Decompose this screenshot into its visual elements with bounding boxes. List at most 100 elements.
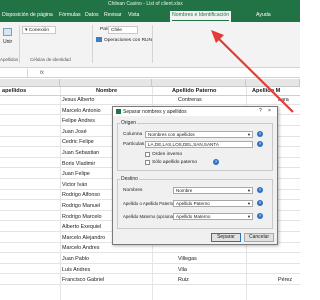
columna-label: Columna [123, 132, 143, 137]
paterno-label: Apellido o Apellido Paterno [123, 201, 175, 206]
chevron-down-icon: ▼ [247, 132, 251, 137]
group-apellidos-label: Apellidos [0, 57, 19, 62]
cell-nombre[interactable]: Boris Vladimir [62, 161, 95, 167]
cell-apellido-paterno[interactable]: Villegas [178, 256, 197, 262]
name-box[interactable] [0, 69, 28, 77]
pais-select[interactable]: Chile [108, 26, 138, 34]
dialog-title-bar: Separar nombres y apellidos ? × [113, 107, 277, 116]
cancelar-button[interactable]: Cancelar [244, 233, 274, 242]
origen-label: Origen [120, 120, 138, 126]
column-header-c[interactable] [152, 79, 246, 87]
cell-nombre[interactable]: Felipe Andres [62, 118, 95, 124]
ribbon-tabs: Disposición de página Fórmulas Datos Rev… [0, 9, 300, 22]
chevron-down-icon: ▼ [247, 188, 251, 193]
cell-apellido-materno[interactable]: Pérez [278, 277, 292, 283]
close-icon[interactable]: × [268, 108, 271, 114]
table-row: Juan Pablo Villegas [0, 255, 300, 264]
cell-nombre[interactable]: Juan Sebastian [62, 150, 99, 156]
ribbon: Unir Apellidos ▾ Conexión Células de ide… [0, 22, 300, 68]
header-apellido-paterno[interactable]: Apellido Paterno [172, 88, 216, 94]
tab-help[interactable]: Ayuda [256, 12, 271, 18]
ribbon-divider [19, 25, 20, 63]
help-icon[interactable]: ? [257, 131, 263, 137]
table-header-row: apellidos Nombre Apellido Paterno Apelli… [0, 87, 300, 96]
app-icon [116, 109, 121, 114]
operaciones-run-button[interactable]: Operaciones con RUN [96, 37, 152, 43]
run-icon [96, 37, 102, 42]
particulas-input[interactable]: LA,DE,LAS,LOS,DEL,SAN,SANTA [145, 141, 253, 148]
ribbon-divider [92, 25, 93, 63]
separar-dialog: Separar nombres y apellidos ? × Origen C… [112, 106, 278, 245]
columna-value: Nombres con apellidos [148, 132, 195, 137]
group-celulas-label: Células de identidad [30, 57, 71, 62]
unir-icon[interactable] [3, 28, 12, 36]
header-apellido-materno[interactable]: Apellido M [252, 88, 280, 94]
tab-page-layout[interactable]: Disposición de página [2, 12, 53, 18]
help-icon[interactable]: ? [257, 187, 263, 193]
title-bar: Chilean Casino - List of client.xlsx [0, 0, 300, 9]
conexion-dropdown[interactable]: ▾ Conexión [22, 26, 56, 34]
cell-nombre[interactable]: Luis Andres [62, 267, 90, 273]
cell-nombre[interactable]: Juan Pablo [62, 256, 89, 262]
chevron-down-icon: ▼ [247, 201, 251, 206]
column-header-d[interactable] [246, 79, 300, 87]
cell-nombre[interactable]: Rodrigo Manuel [62, 203, 100, 209]
tab-formulas[interactable]: Fórmulas [59, 12, 81, 18]
cell-nombre[interactable]: Marcelo Antonio [62, 108, 101, 114]
particulas-label: Partículas [123, 142, 145, 147]
help-icon[interactable]: ? [257, 213, 263, 219]
column-header-a[interactable] [0, 79, 60, 87]
operaciones-label: Operaciones con RUN [104, 37, 152, 43]
header-nombre[interactable]: Nombre [96, 88, 117, 94]
cell-nombre[interactable]: Rodrigo Marcelo [62, 214, 102, 220]
columna-select[interactable]: Nombres con apellidos ▼ [145, 131, 253, 138]
header-apellidos[interactable]: apellidos [2, 88, 26, 94]
help-icon[interactable]: ? [213, 159, 219, 165]
conexion-label: Conexión [28, 28, 50, 33]
nombres-value: Nombre [176, 188, 193, 193]
destino-label: Destino [120, 176, 139, 182]
cell-apellido-paterno[interactable]: Ruiz [178, 277, 189, 283]
cell-apellido-paterno[interactable]: Contreras [178, 97, 202, 103]
materno-select[interactable]: Apellido Materno ▼ [173, 213, 253, 220]
tab-review[interactable]: Revisar [104, 12, 122, 18]
table-row: Francisco Gabriel Ruiz Pérez [0, 276, 300, 285]
ribbon-divider [152, 25, 153, 63]
paterno-value: Apellido Paterno [176, 201, 210, 206]
help-icon[interactable]: ? [257, 200, 263, 206]
cell-nombre[interactable]: Alberto Exequiel [62, 224, 101, 230]
cell-apellido-materno[interactable]: Lara [278, 97, 289, 103]
cell-nombre[interactable]: Juan José [62, 129, 87, 135]
solo-paterno-label: Sólo apellido paterno [152, 160, 198, 165]
cell-nombre[interactable]: Marcelo Alejandro [62, 235, 105, 241]
help-icon[interactable]: ? [257, 141, 263, 147]
tab-data[interactable]: Datos [85, 12, 99, 18]
tab-view[interactable]: Vista [128, 12, 139, 18]
table-row: Marcelo Andres [0, 244, 300, 254]
cell-nombre[interactable]: Victor Iván [62, 182, 87, 188]
cell-nombre[interactable]: Cedric Felipe [62, 139, 94, 145]
solo-paterno-checkbox[interactable] [145, 160, 150, 165]
nombres-label: Nombres [123, 188, 143, 193]
formula-bar: fx [0, 68, 300, 78]
separar-button[interactable]: Separar [211, 233, 241, 242]
column-header-b[interactable] [60, 79, 152, 87]
orden-inverso-checkbox[interactable] [145, 152, 150, 157]
help-icon[interactable]: ? [259, 108, 262, 114]
tab-nombres-identificacion[interactable]: Nombres e Identificación [170, 11, 232, 22]
cell-nombre[interactable]: Francisco Gabriel [62, 277, 104, 283]
materno-value: Apellido Materno [176, 214, 211, 219]
window-title: Chilean Casino - List of client.xlsx [108, 1, 183, 7]
nombres-select[interactable]: Nombre ▼ [173, 187, 253, 194]
fx-icon[interactable]: fx [40, 70, 44, 76]
cell-nombre[interactable]: Marcelo Andres [62, 245, 99, 251]
cell-nombre[interactable]: Jesus Alberto [62, 97, 94, 103]
cell-nombre[interactable]: Juan Felipe [62, 171, 90, 177]
table-row: Luis Andres Vila [0, 266, 300, 275]
paterno-select[interactable]: Apellido Paterno ▼ [173, 200, 253, 207]
cell-apellido-paterno[interactable]: Vila [178, 267, 187, 273]
dialog-title: Separar nombres y apellidos [123, 109, 187, 115]
chevron-down-icon: ▼ [247, 214, 251, 219]
unir-button[interactable]: Unir [3, 39, 12, 45]
cell-nombre[interactable]: Rodrigo Alfonso [62, 192, 100, 198]
